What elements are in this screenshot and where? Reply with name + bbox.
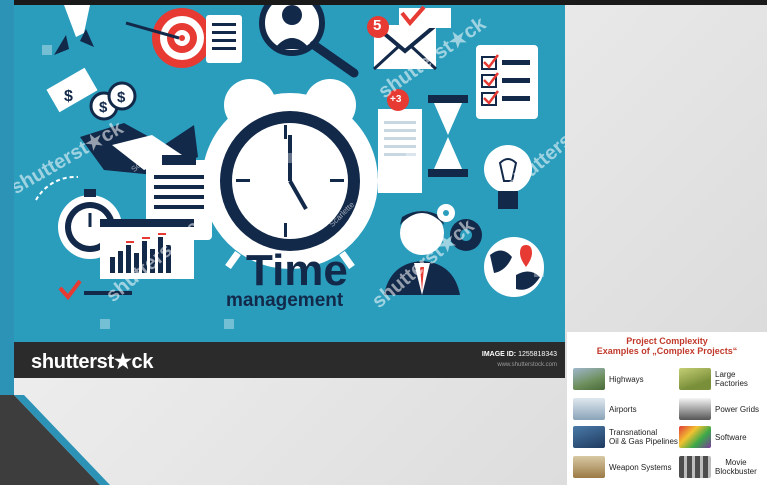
svg-text:$: $ <box>64 88 73 105</box>
svg-text:$: $ <box>117 89 126 106</box>
complexity-title-line2: Examples of „Complex Projects“ <box>596 346 738 356</box>
complexity-item-highways: Highways <box>573 368 644 390</box>
complexity-item-power-grids: Power Grids <box>679 398 759 420</box>
complexity-item-label: Large Factories <box>715 370 748 388</box>
hourglass-icon <box>428 95 468 177</box>
project-complexity-title: Project Complexity Examples of „Complex … <box>567 336 767 356</box>
complexity-item-movie-blockbuster: Movie Blockbuster <box>679 456 757 478</box>
factory-thumbnail <box>679 368 711 390</box>
target-icon <box>125 8 212 68</box>
complexity-item-label: Weapon Systems <box>609 462 672 472</box>
document-icon <box>206 15 242 63</box>
complexity-item-label: Airports <box>609 404 637 414</box>
magnifier-person-icon <box>259 5 359 78</box>
complexity-item-label: Power Grids <box>715 404 760 414</box>
complexity-item-weapon-systems: Weapon Systems <box>573 456 672 478</box>
complexity-item-software: Software <box>679 426 747 448</box>
complexity-title-line1: Project Complexity <box>626 336 708 346</box>
image-title-time: Time <box>246 246 348 295</box>
complexity-item-airports: Airports <box>573 398 637 420</box>
complexity-item-pipelines: Transnational Oil & Gas Pipelines <box>573 426 678 448</box>
power-grid-thumbnail <box>679 398 711 420</box>
software-thumbnail <box>679 426 711 448</box>
project-complexity-panel: Project Complexity Examples of „Complex … <box>567 332 767 485</box>
tank-thumbnail <box>573 456 605 478</box>
highway-thumbnail <box>573 368 605 390</box>
mail-badge: 5 <box>373 17 382 34</box>
document-badge: +3 <box>390 94 402 105</box>
image-id-value: 1255818343 <box>518 351 557 358</box>
stock-footer: shutterst★ck IMAGE ID: 1255818343 www.sh… <box>14 342 565 378</box>
complexity-item-label: Software <box>715 432 747 442</box>
complexity-item-label: Highways <box>609 374 644 384</box>
pipeline-thumbnail <box>573 426 605 448</box>
complexity-item-label: Movie Blockbuster <box>715 458 757 476</box>
stock-image: $ $ $ shutterst★ck shutterst★ck shutters… <box>14 5 565 378</box>
film-reel-thumbnail <box>679 456 711 478</box>
checklist-icon <box>476 45 538 119</box>
image-title-management: management <box>226 290 344 311</box>
airport-thumbnail <box>573 398 605 420</box>
complexity-item-label: Transnational Oil & Gas Pipelines <box>609 428 678 446</box>
svg-text:$: $ <box>99 99 108 116</box>
alarm-clock-icon <box>202 79 378 270</box>
complexity-item-large-factories: Large Factories <box>679 368 767 390</box>
money-icon: $ $ $ <box>46 67 137 121</box>
stock-illustration: $ $ $ shutterst★ck shutterst★ck shutters… <box>14 5 565 342</box>
image-id-label: IMAGE ID: <box>481 351 517 358</box>
shutterstock-logo: shutterst★ck <box>31 351 154 373</box>
rocket-icon <box>54 5 94 55</box>
image-id-block: IMAGE ID: 1255818343 www.shutterstock.co… <box>482 350 557 370</box>
image-site-url: www.shutterstock.com <box>497 362 557 368</box>
